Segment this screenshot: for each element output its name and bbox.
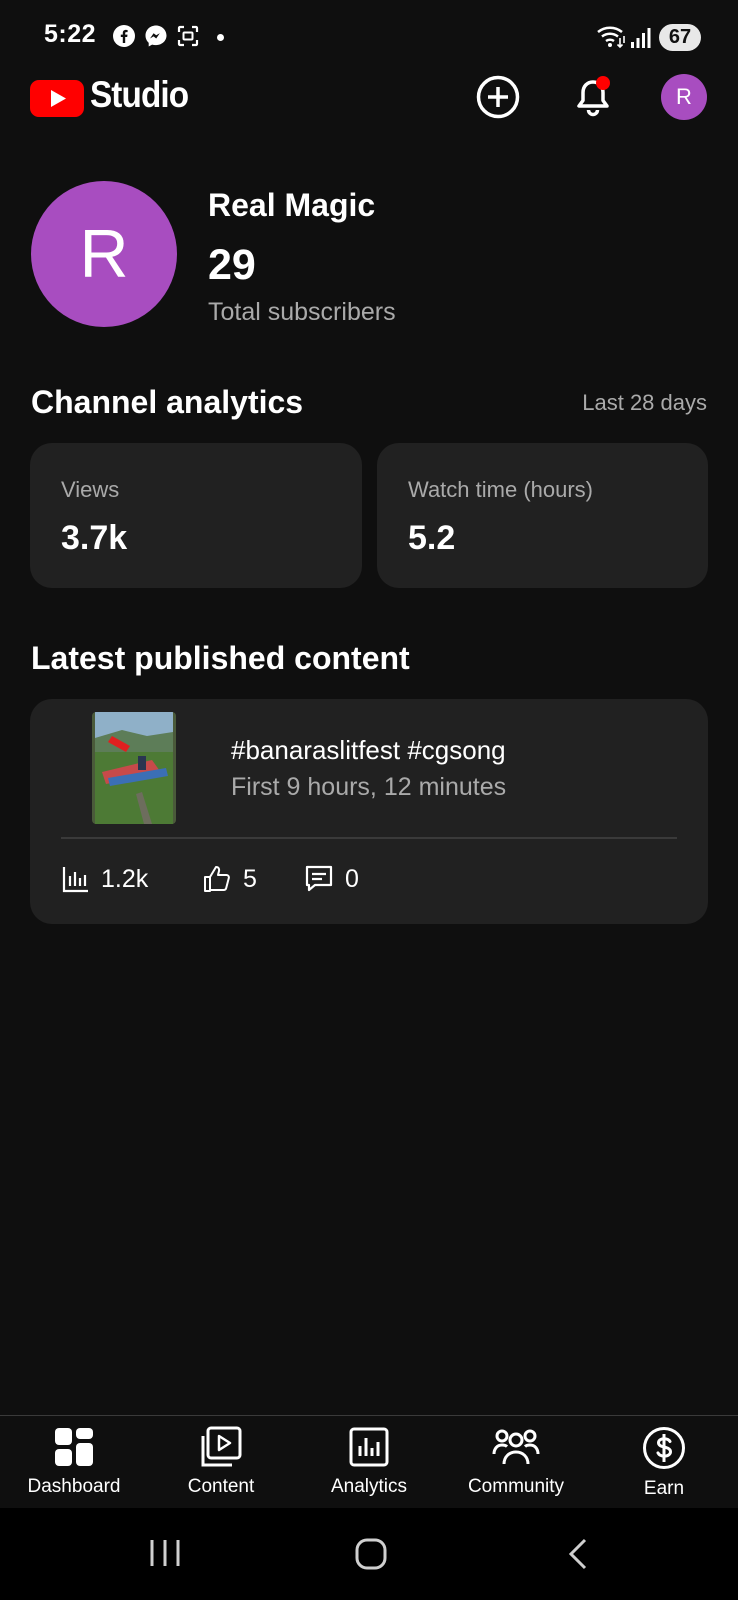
subscriber-count: 29 <box>208 241 256 289</box>
status-time: 5:22 <box>44 20 97 48</box>
nav-content-label: Content <box>187 1476 255 1497</box>
recent-apps-icon[interactable] <box>148 1538 182 1568</box>
analytics-period: Last 28 days <box>582 390 707 415</box>
content-icon <box>201 1426 242 1467</box>
latest-content-card[interactable]: #banaraslitfest #cgsong First 9 hours, 1… <box>30 699 708 924</box>
app-name: Studio <box>90 74 189 115</box>
dashboard-icon <box>55 1428 93 1466</box>
channel-name: Real Magic <box>208 187 376 223</box>
wifi-icon <box>597 26 625 49</box>
bottom-navigation: Dashboard Content Analytics Community Ea… <box>0 1415 738 1508</box>
views-value: 3.7k <box>61 519 128 557</box>
nav-analytics-label: Analytics <box>330 1476 408 1497</box>
video-title[interactable]: #banaraslitfest #cgsong <box>231 735 506 766</box>
views-card[interactable]: Views 3.7k <box>30 443 362 588</box>
home-icon[interactable] <box>354 1537 388 1571</box>
latest-content-title: Latest published content <box>31 640 410 676</box>
video-views-value: 1.2k <box>101 864 149 893</box>
video-likes-value: 5 <box>243 864 257 893</box>
video-likes-stat: 5 <box>201 861 257 897</box>
earn-icon <box>643 1427 685 1469</box>
analytics-section-title: Channel analytics <box>31 384 304 420</box>
nav-earn-label: Earn <box>643 1478 685 1499</box>
back-icon[interactable] <box>566 1537 590 1571</box>
video-comments-stat: 0 <box>303 861 359 897</box>
account-avatar[interactable]: R <box>661 74 707 120</box>
nav-community[interactable]: Community <box>446 1426 586 1498</box>
messenger-icon <box>145 25 167 47</box>
nav-dashboard-label: Dashboard <box>27 1476 121 1497</box>
card-divider <box>61 837 677 839</box>
watch-time-value: 5.2 <box>408 519 456 557</box>
video-meta: First 9 hours, 12 minutes <box>231 773 507 801</box>
watch-time-card[interactable]: Watch time (hours) 5.2 <box>377 443 708 588</box>
analytics-icon <box>349 1427 389 1467</box>
video-thumbnail[interactable] <box>92 712 176 824</box>
nav-content[interactable]: Content <box>151 1426 291 1498</box>
views-label: Views <box>61 477 120 502</box>
facebook-icon <box>113 25 135 47</box>
watch-time-label: Watch time (hours) <box>408 477 594 502</box>
video-views-stat: 1.2k <box>61 861 148 897</box>
system-navigation-bar <box>0 1508 738 1600</box>
nav-community-label: Community <box>467 1476 565 1497</box>
create-button[interactable] <box>476 75 520 119</box>
nav-dashboard[interactable]: Dashboard <box>4 1426 144 1498</box>
bar-chart-icon <box>62 867 88 893</box>
screenshot-icon <box>177 25 199 47</box>
nav-analytics[interactable]: Analytics <box>299 1426 439 1498</box>
thumbs-up-icon <box>204 866 230 892</box>
subscriber-label: Total subscribers <box>208 298 396 326</box>
comment-icon <box>305 865 333 892</box>
community-icon <box>492 1429 540 1465</box>
channel-avatar[interactable]: R <box>31 181 177 327</box>
notification-dot-icon <box>217 34 224 41</box>
signal-icon <box>631 28 651 48</box>
battery-indicator: 67 <box>659 24 701 51</box>
video-comments-value: 0 <box>345 864 359 893</box>
notifications-bell-icon[interactable] <box>570 74 616 120</box>
youtube-logo-icon[interactable] <box>30 80 84 117</box>
nav-earn[interactable]: Earn <box>594 1426 734 1500</box>
